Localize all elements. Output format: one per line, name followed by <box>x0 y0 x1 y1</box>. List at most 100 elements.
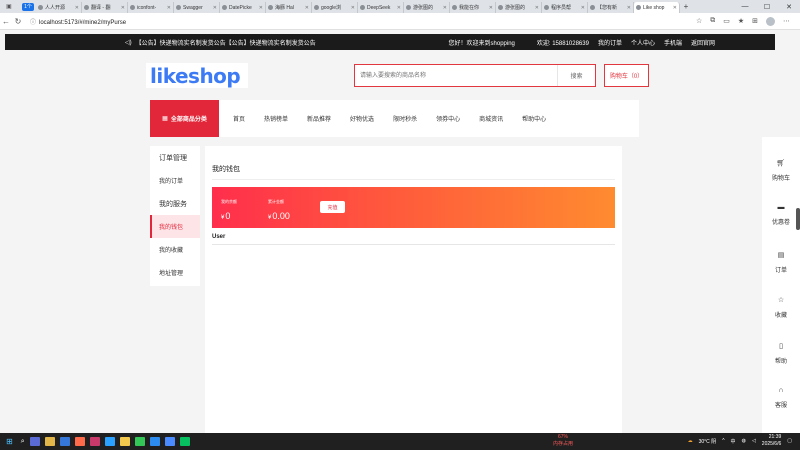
app-icon[interactable] <box>164 437 175 446</box>
browser-tab[interactable]: 程序员帮 ✕ <box>542 2 588 13</box>
favorites-icon[interactable]: ★ <box>738 17 744 25</box>
more-menu-icon[interactable]: ⋯ <box>783 17 790 25</box>
tab-close-icon[interactable]: ✕ <box>351 5 355 11</box>
tab-close-icon[interactable]: ✕ <box>121 5 125 11</box>
nav-item-new[interactable]: 新品推荐 <box>307 114 331 123</box>
workspace-badge[interactable]: 1个 <box>22 2 34 11</box>
my-orders-link[interactable]: 我的订单 <box>598 38 622 47</box>
user-phone-link[interactable]: 欢迎: 15881028639 <box>537 38 589 47</box>
menu-item-favorites[interactable]: 我的收藏 <box>150 238 200 261</box>
wechat-icon[interactable] <box>179 437 190 446</box>
minimize-icon[interactable]: — <box>734 3 756 11</box>
recharge-button[interactable]: 充值 <box>320 201 345 213</box>
close-window-icon[interactable]: ✕ <box>778 3 800 11</box>
vscode-icon[interactable] <box>59 437 70 446</box>
browser-tab[interactable]: DatePicke ✕ <box>220 2 266 13</box>
tab-favicon-icon <box>314 5 319 10</box>
info-icon[interactable]: ⓘ <box>30 20 36 26</box>
order-icon: ▤ <box>777 252 785 259</box>
extensions-icon[interactable]: ⧉ <box>710 17 715 25</box>
menu-item-my-orders[interactable]: 我的订单 <box>150 169 200 192</box>
menu-item-address[interactable]: 地址管理 <box>150 261 200 284</box>
browser-tab[interactable]: iconfont- ✕ <box>128 2 174 13</box>
app-icon[interactable] <box>149 437 160 446</box>
weather-text[interactable]: 30°C 阴 <box>699 438 717 445</box>
task-view-icon[interactable] <box>29 437 40 446</box>
tray-chevron-icon[interactable]: ^ <box>722 438 724 444</box>
search-input[interactable] <box>355 65 557 86</box>
nav-item-help[interactable]: 帮助中心 <box>522 114 546 123</box>
side-item-orders[interactable]: ▤ 订单 <box>762 251 800 274</box>
start-icon[interactable]: ⊞ <box>6 437 13 446</box>
tab-close-icon[interactable]: ✕ <box>305 5 309 11</box>
tab-close-icon[interactable]: ✕ <box>397 5 401 11</box>
browser-tab-active[interactable]: Like shop ✕ <box>634 2 680 13</box>
back-icon[interactable]: ← <box>0 17 12 26</box>
favorite-star-icon[interactable]: ☆ <box>696 17 702 25</box>
menu-item-wallet[interactable]: 我的钱包 <box>150 215 200 238</box>
tab-close-icon[interactable]: ✕ <box>75 5 79 11</box>
file-explorer-icon[interactable] <box>44 437 55 446</box>
browser-tab[interactable]: DeepSeek ✕ <box>358 2 404 13</box>
page-scrollbar[interactable] <box>796 208 800 230</box>
tab-close-icon[interactable]: ✕ <box>673 5 677 11</box>
nav-item-coupons[interactable]: 领券中心 <box>436 114 460 123</box>
profile-avatar[interactable] <box>766 16 775 26</box>
app-icon[interactable] <box>89 437 100 446</box>
maximize-icon[interactable]: ☐ <box>756 3 778 11</box>
new-tab-button[interactable]: + <box>680 2 692 11</box>
tab-close-icon[interactable]: ✕ <box>167 5 171 11</box>
tab-close-icon[interactable]: ✕ <box>535 5 539 11</box>
browser-tab[interactable]: google浏 ✕ <box>312 2 358 13</box>
app-icon[interactable] <box>74 437 85 446</box>
split-screen-icon[interactable]: ▭ <box>723 17 730 25</box>
tab-close-icon[interactable]: ✕ <box>627 5 631 11</box>
url-field[interactable]: ⓘ localhost:5173/#/mine2/myPurse <box>30 17 126 26</box>
windows-taskbar: ⊞ ⌕ 67% 内存占用 ☁ 30°C 阴 ^ 中 ◍ ◁ 21:39 2025… <box>0 433 800 450</box>
side-item-favorites[interactable]: ☆ 收藏 <box>762 296 800 319</box>
chrome-icon[interactable] <box>119 437 130 446</box>
nav-item-news[interactable]: 商城资讯 <box>479 114 503 123</box>
browser-tab[interactable]: 我能在你 ✕ <box>450 2 496 13</box>
nav-item-home[interactable]: 首页 <box>233 114 245 123</box>
terminal-icon[interactable] <box>134 437 145 446</box>
nav-item-picks[interactable]: 好物优选 <box>350 114 374 123</box>
side-item-service[interactable]: ∩ 客服 <box>762 387 800 409</box>
browser-menu-icon[interactable]: ▣ <box>0 0 18 13</box>
browser-tab[interactable]: 人人开源 ✕ <box>36 2 82 13</box>
browser-tab[interactable]: 海豚 Hal ✕ <box>266 2 312 13</box>
official-site-link[interactable]: 返回官网 <box>691 38 715 47</box>
all-categories-button[interactable]: ▦ 全部商品分类 <box>150 100 219 137</box>
reload-icon[interactable]: ↻ <box>12 17 24 26</box>
memory-usage[interactable]: 67% 内存占用 <box>553 434 573 448</box>
side-item-coupon[interactable]: ▬ 优惠卷 <box>762 204 800 226</box>
browser-tab[interactable]: 游张图的 ✕ <box>404 2 450 13</box>
user-label: User <box>212 234 226 240</box>
network-icon[interactable]: ◍ <box>742 438 746 444</box>
tab-close-icon[interactable]: ✕ <box>213 5 217 11</box>
tab-close-icon[interactable]: ✕ <box>581 5 585 11</box>
tab-close-icon[interactable]: ✕ <box>489 5 493 11</box>
site-logo[interactable]: likeshop <box>146 63 248 88</box>
edge-icon[interactable] <box>104 437 115 446</box>
browser-tab[interactable]: 【您有新 ✕ <box>588 2 634 13</box>
clock[interactable]: 21:39 2025/6/6 <box>762 434 781 448</box>
browser-tab[interactable]: 游张图的 ✕ <box>496 2 542 13</box>
cart-button[interactable]: 购物车（0） <box>604 64 649 87</box>
volume-icon[interactable]: ◁ <box>752 438 756 444</box>
side-item-help[interactable]: ▯ 帮助 <box>762 342 800 365</box>
nav-item-hot[interactable]: 热销榜单 <box>264 114 288 123</box>
side-item-cart[interactable]: 🛒︎ 购物车 <box>762 159 800 182</box>
tab-close-icon[interactable]: ✕ <box>443 5 447 11</box>
browser-tab[interactable]: Swagger ✕ <box>174 2 220 13</box>
nav-item-flash-sale[interactable]: 限时秒杀 <box>393 114 417 123</box>
browser-tab[interactable]: 翻译 - 翻 ✕ <box>82 2 128 13</box>
notification-icon[interactable]: ▢ <box>787 438 792 444</box>
search-icon[interactable]: ⌕ <box>21 438 25 446</box>
mobile-link[interactable]: 手机端 <box>664 38 682 47</box>
search-button[interactable]: 搜索 <box>557 65 595 86</box>
collections-icon[interactable]: ⊞ <box>752 17 758 25</box>
input-lang[interactable]: 中 <box>731 438 736 445</box>
user-center-link[interactable]: 个人中心 <box>631 38 655 47</box>
tab-close-icon[interactable]: ✕ <box>259 5 263 11</box>
